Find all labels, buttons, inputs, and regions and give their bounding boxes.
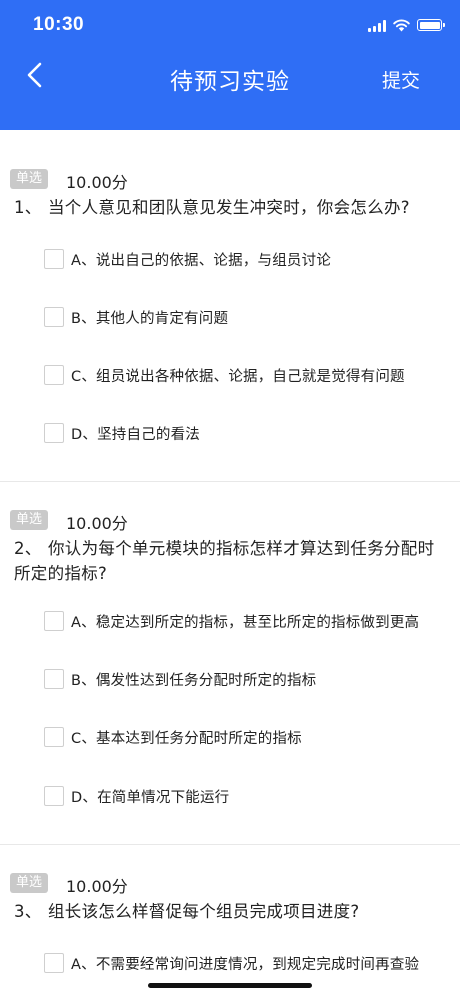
checkbox[interactable]	[44, 786, 64, 806]
battery-icon	[417, 19, 445, 31]
checkbox[interactable]	[44, 249, 64, 269]
question-header: 单选	[10, 509, 49, 531]
question-text: 当个人意见和团队意见发生冲突时，你会怎么办?	[48, 198, 410, 217]
checkbox[interactable]	[44, 953, 64, 973]
submit-button[interactable]: 提交	[382, 66, 420, 93]
question-number: 2、	[14, 539, 42, 558]
question-score: 10.00分	[66, 877, 128, 896]
option-d[interactable]: D、在简单情况下能运行	[44, 784, 229, 808]
option-c[interactable]: C、组员说出各种依据、论据，自己就是觉得有问题	[44, 363, 405, 387]
cellular-signal-icon	[368, 19, 386, 32]
option-a[interactable]: A、说出自己的依据、论据，与组员讨论	[44, 247, 331, 271]
status-time: 10:30	[33, 14, 85, 35]
nav-bar: 10:30 待预习实验 提交	[0, 0, 460, 130]
option-label: C、基本达到任务分配时所定的指标	[71, 730, 302, 747]
question-score: 10.00分	[66, 173, 128, 192]
checkbox[interactable]	[44, 423, 64, 443]
option-a[interactable]: A、稳定达到所定的指标，甚至比所定的指标做到更高	[44, 609, 419, 633]
wifi-icon	[393, 19, 410, 31]
question-text-block: 2、 你认为每个单元模块的指标怎样才算达到任务分配时所定的指标?	[14, 536, 444, 586]
question-text-block: 1、 当个人意见和团队意见发生冲突时，你会怎么办?	[14, 195, 444, 220]
option-label: B、偶发性达到任务分配时所定的指标	[71, 672, 317, 689]
checkbox[interactable]	[44, 365, 64, 385]
option-label: A、稳定达到所定的指标，甚至比所定的指标做到更高	[71, 614, 420, 631]
option-label: C、组员说出各种依据、论据，自己就是觉得有问题	[71, 368, 405, 385]
question-header: 单选	[10, 168, 49, 190]
question-type-badge: 单选	[10, 873, 49, 893]
option-label: B、其他人的肯定有问题	[71, 310, 229, 327]
option-label: D、坚持自己的看法	[71, 426, 200, 443]
option-b[interactable]: B、其他人的肯定有问题	[44, 305, 228, 329]
question-number: 1、	[14, 198, 42, 217]
question-text: 组长该怎么样督促每个组员完成项目进度?	[48, 902, 360, 921]
question-score: 10.00分	[66, 514, 128, 533]
option-c[interactable]: C、基本达到任务分配时所定的指标	[44, 725, 302, 749]
divider	[0, 844, 460, 845]
status-icons	[368, 17, 445, 33]
checkbox[interactable]	[44, 727, 64, 747]
option-d[interactable]: D、坚持自己的看法	[44, 421, 200, 445]
option-label: D、在简单情况下能运行	[71, 789, 230, 806]
home-indicator	[148, 983, 312, 988]
checkbox[interactable]	[44, 669, 64, 689]
question-header: 单选	[10, 872, 49, 894]
option-label: A、说出自己的依据、论据，与组员讨论	[71, 252, 332, 269]
question-number: 3、	[14, 902, 42, 921]
checkbox[interactable]	[44, 307, 64, 327]
question-text-block: 3、 组长该怎么样督促每个组员完成项目进度?	[14, 899, 444, 924]
question-type-badge: 单选	[10, 169, 49, 189]
question-text: 你认为每个单元模块的指标怎样才算达到任务分配时所定的指标?	[14, 539, 435, 583]
checkbox[interactable]	[44, 611, 64, 631]
option-b[interactable]: B、偶发性达到任务分配时所定的指标	[44, 667, 316, 691]
option-a[interactable]: A、不需要经常询问进度情况，到规定完成时间再查验	[44, 951, 419, 975]
divider	[0, 481, 460, 482]
question-type-badge: 单选	[10, 510, 49, 530]
option-label: A、不需要经常询问进度情况，到规定完成时间再查验	[71, 956, 420, 973]
